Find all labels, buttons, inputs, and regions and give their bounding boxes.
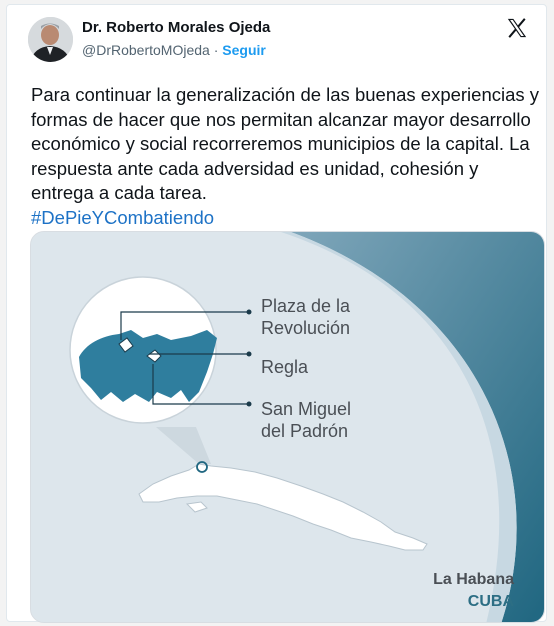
- separator: ·: [213, 42, 219, 58]
- author-handle-row: @DrRobertoMOjeda · Seguir: [82, 42, 266, 58]
- location-label: San Miguel del Padrón: [261, 399, 352, 441]
- avatar[interactable]: [28, 17, 73, 62]
- author-handle[interactable]: @DrRobertoMOjeda: [82, 42, 210, 58]
- tweet-card: Dr. Roberto Morales Ojeda @DrRobertoMOje…: [6, 4, 547, 623]
- tweet-body: Para continuar la generalización de las …: [31, 84, 545, 203]
- country-label: CUBA: [467, 593, 514, 610]
- hashtag-link[interactable]: #DePieYCombatiendo: [31, 206, 541, 231]
- follow-button[interactable]: Seguir: [222, 42, 266, 58]
- location-label: Plaza de la Revolución: [261, 296, 351, 338]
- author-name[interactable]: Dr. Roberto Morales Ojeda: [82, 19, 270, 36]
- tweet-image[interactable]: Plaza de la Revolución Regla San Miguel …: [30, 231, 545, 623]
- avatar-photo: [28, 17, 73, 62]
- havana-map: [79, 330, 217, 402]
- location-label: Regla: [261, 357, 309, 377]
- x-logo-icon[interactable]: [506, 17, 528, 39]
- tweet-text: Para continuar la generalización de las …: [31, 83, 541, 230]
- city-label: La Habana: [433, 571, 514, 588]
